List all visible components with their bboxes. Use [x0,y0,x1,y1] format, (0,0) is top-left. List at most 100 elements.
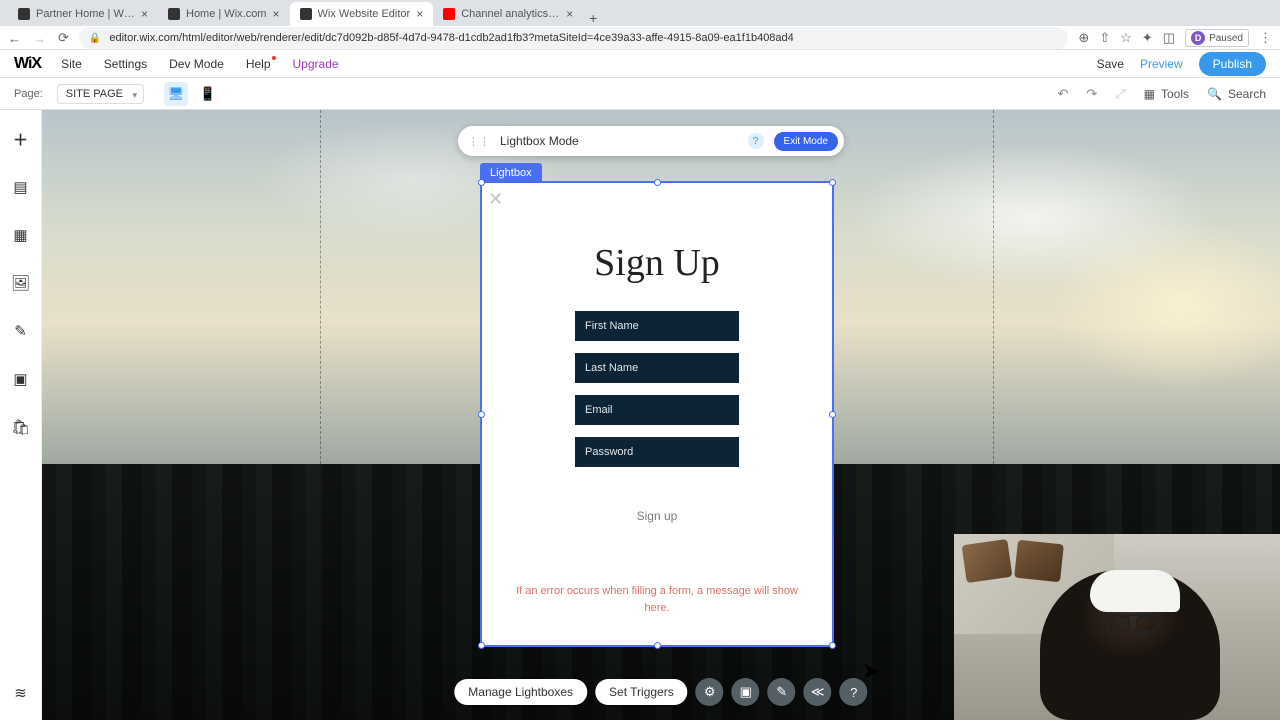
address-row: ← → ⟳ 🔒 editor.wix.com/html/editor/web/r… [0,26,1280,50]
zoom-icon[interactable]: ⊕ [1078,30,1089,46]
nav-controls: ← → ⟳ [8,30,69,46]
close-icon[interactable]: × [416,7,423,21]
lightbox-mode-bar[interactable]: ⋮⋮ Lightbox Mode ? Exit Mode [458,126,844,156]
tools-icon: ▦ [1144,87,1155,101]
new-tab-button[interactable]: + [583,10,603,26]
element-action-bar: Manage Lightboxes Set Triggers ⚙ ▣ ✎ ≪ ? [454,678,867,706]
browser-chrome: Partner Home | Wix.com × Home | Wix.com … [0,0,1280,50]
mode-label: Lightbox Mode [500,134,579,148]
favicon-youtube [443,8,455,20]
search-label: Search [1228,87,1266,101]
wix-top-bar: WiX Site Settings Dev Mode Help Upgrade … [0,50,1280,78]
favicon-wix [300,8,312,20]
bookmark-icon[interactable]: ☆ [1120,30,1132,46]
menu-site[interactable]: Site [61,57,82,71]
manage-lightboxes-button[interactable]: Manage Lightboxes [454,679,587,705]
set-triggers-button[interactable]: Set Triggers [595,679,688,705]
page-value: SITE PAGE [66,88,123,100]
menu-settings[interactable]: Settings [104,57,147,71]
mobile-view-button[interactable]: 📱 [196,82,220,106]
gridline-left [320,110,321,720]
search-button[interactable]: 🔍 Search [1207,87,1266,101]
menu-dev-mode[interactable]: Dev Mode [169,57,224,71]
design-icon[interactable]: ✎ [768,678,796,706]
favicon-wix [168,8,180,20]
tab-youtube[interactable]: Channel analytics - YouTube S × [433,2,583,26]
address-bar[interactable]: 🔒 editor.wix.com/html/editor/web/rendere… [79,27,1069,49]
tab-title: Home | Wix.com [186,8,266,20]
last-name-field[interactable]: Last Name [575,353,739,383]
password-field[interactable]: Password [575,437,739,467]
wix-logo[interactable]: WiX [14,55,41,73]
preview-button[interactable]: Preview [1140,57,1183,71]
back-icon[interactable]: ← [8,31,21,46]
help-icon[interactable]: ? [840,678,868,706]
resize-handle-sw[interactable] [478,642,485,649]
device-toggles: 🖥 📱 [164,82,220,106]
resize-handle-e[interactable] [829,411,836,418]
wix-menu: Site Settings Dev Mode Help Upgrade [61,57,338,71]
redo-icon[interactable]: ↷ [1086,86,1097,102]
page-selector[interactable]: SITE PAGE ▾ [57,84,144,104]
content-button[interactable]: 🛍 [8,414,34,440]
tab-title: Wix Website Editor [318,8,411,20]
search-icon: 🔍 [1207,87,1222,101]
zoom-out-icon[interactable]: ⤢ [1115,86,1125,102]
webcam-overlay [954,534,1280,720]
menu-upgrade[interactable]: Upgrade [293,57,339,71]
menu-help[interactable]: Help [246,57,271,71]
layout-icon[interactable]: ▣ [732,678,760,706]
second-bar-right: ↶ ↷ ⤢ ▦ Tools 🔍 Search [1057,86,1266,102]
layers-button[interactable]: ≋ [8,680,34,706]
resize-handle-n[interactable] [654,179,661,186]
webcam-glasses [1108,614,1158,628]
close-icon[interactable]: × [272,7,279,21]
extensions-icon[interactable]: ✦ [1142,30,1153,46]
selection-label[interactable]: Lightbox [480,163,542,183]
resize-handle-se[interactable] [829,642,836,649]
resize-handle-nw[interactable] [478,179,485,186]
desktop-view-button[interactable]: 🖥 [164,82,188,106]
tab-partner-home[interactable]: Partner Home | Wix.com × [8,2,158,26]
error-message-placeholder: If an error occurs when filling a form, … [482,583,832,616]
resize-handle-w[interactable] [478,411,485,418]
save-button[interactable]: Save [1097,57,1124,71]
my-business-button[interactable]: ▣ [8,366,34,392]
media-button[interactable]: 🖼 [8,270,34,296]
menu-icon[interactable]: ⋮ [1259,30,1272,46]
page-label: Page: [14,88,43,100]
undo-icon[interactable]: ↶ [1057,86,1068,102]
close-icon[interactable]: × [566,7,573,21]
exit-mode-button[interactable]: Exit Mode [774,132,838,151]
resize-handle-ne[interactable] [829,179,836,186]
site-design-button[interactable]: ▦ [8,222,34,248]
tools-button[interactable]: ▦ Tools [1144,87,1189,101]
add-element-button[interactable]: ＋ [8,126,34,152]
profile-button[interactable]: D Paused [1185,29,1249,47]
close-icon[interactable]: ✕ [488,189,503,210]
drag-handle-icon[interactable]: ⋮⋮ [468,135,490,148]
app-market-button[interactable]: ✎ [8,318,34,344]
avatar: D [1191,31,1205,45]
desk-item [962,539,1013,583]
share-icon[interactable]: ⇧ [1099,30,1110,46]
pages-button[interactable]: ▤ [8,174,34,200]
webcam-cap [1090,570,1180,612]
side-panel-icon[interactable]: ◫ [1163,30,1175,46]
lightbox-element[interactable]: ✕ Sign Up First Name Last Name Email Pas… [480,181,834,647]
first-name-field[interactable]: First Name [575,311,739,341]
tab-wix-editor[interactable]: Wix Website Editor × [290,2,434,26]
publish-button[interactable]: Publish [1199,52,1266,76]
reload-icon[interactable]: ⟳ [58,30,69,46]
editor-canvas[interactable]: ⋮⋮ Lightbox Mode ? Exit Mode Lightbox ✕ … [42,110,1280,720]
resize-handle-s[interactable] [654,642,661,649]
animation-icon[interactable]: ≪ [804,678,832,706]
help-icon[interactable]: ? [748,133,764,149]
settings-icon[interactable]: ⚙ [696,678,724,706]
forward-icon[interactable]: → [33,31,46,46]
close-icon[interactable]: × [141,7,148,21]
left-rail: ＋ ▤ ▦ 🖼 ✎ ▣ 🛍 ≋ [0,110,42,720]
tab-home[interactable]: Home | Wix.com × [158,2,290,26]
signup-button[interactable]: Sign up [637,509,678,523]
email-field[interactable]: Email [575,395,739,425]
